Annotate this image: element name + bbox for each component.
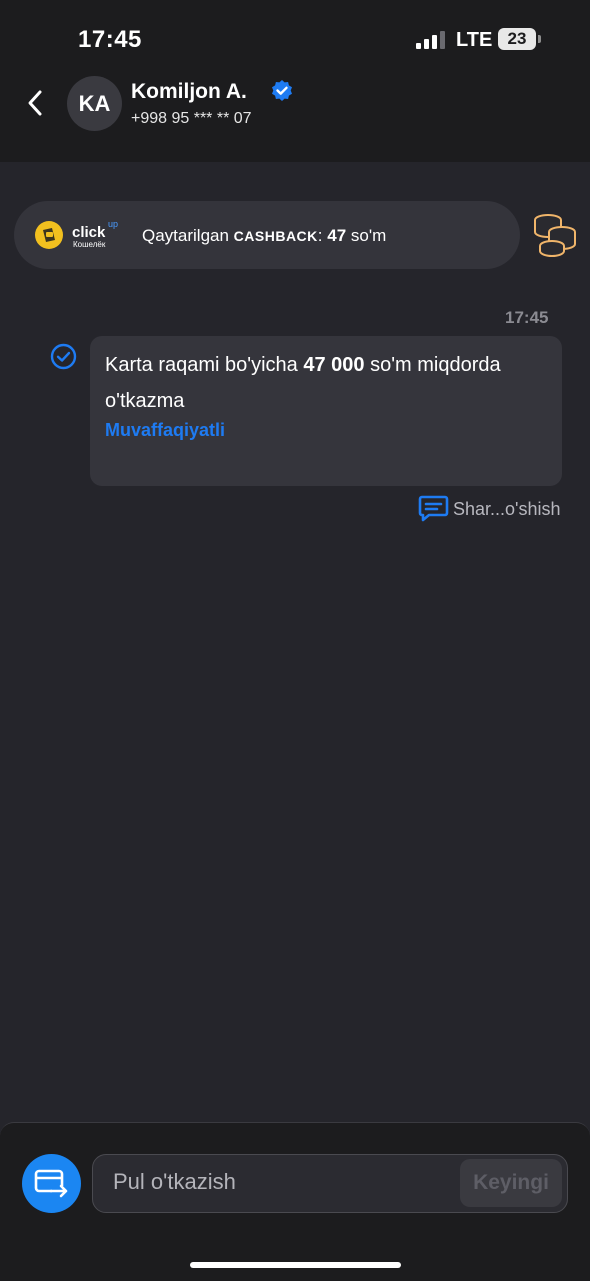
cashback-colon: :: [317, 226, 323, 245]
cashback-label: Qaytarilgan: [142, 226, 229, 245]
card-transfer-icon: [34, 1169, 68, 1198]
status-time: 17:45: [78, 26, 142, 53]
chevron-left-icon[interactable]: [22, 88, 50, 118]
cashback-text: Qaytarilgan CASHBACK: 47 so'm: [142, 226, 386, 246]
comment-icon[interactable]: [418, 494, 449, 523]
cashback-caps: CASHBACK: [233, 228, 318, 244]
contact-name[interactable]: Komiljon A.: [131, 80, 247, 104]
next-button[interactable]: Keyingi: [460, 1159, 562, 1207]
battery-tip: [538, 35, 541, 43]
click-brand-sub: Кошелёк: [73, 240, 106, 249]
message-text-prefix: Karta raqami bo'yicha: [105, 354, 304, 376]
message-text: Karta raqami bo'yicha 47 000 so'm miqdor…: [105, 347, 545, 419]
click-brand-sup: up: [108, 219, 119, 229]
cashback-amount: 47: [327, 226, 347, 245]
coins-icon: [534, 214, 576, 257]
check-circle-icon: [50, 343, 77, 370]
verified-badge-icon: [272, 80, 292, 101]
message-time: 17:45: [505, 308, 549, 327]
signal-icon: [416, 31, 445, 49]
cashback-currency: so'm: [350, 226, 387, 245]
amount-input-placeholder: Pul o'tkazish: [113, 1169, 236, 1194]
click-wallet-logo-icon: [35, 221, 63, 249]
avatar-initials: KA: [78, 90, 111, 116]
click-brand: click: [72, 224, 106, 241]
message-amount: 47 000: [303, 354, 365, 376]
message-status: Muvaffaqiyatli: [105, 420, 226, 440]
battery-icon: 23: [498, 28, 536, 50]
battery-level: 23: [507, 29, 527, 48]
share-label[interactable]: Shar...o'shish: [453, 499, 561, 520]
home-indicator: [190, 1262, 401, 1268]
transfer-button[interactable]: [22, 1154, 81, 1213]
avatar[interactable]: KA: [67, 76, 122, 131]
contact-phone: +998 95 *** ** 07: [131, 110, 252, 127]
network-label: LTE: [456, 29, 493, 51]
